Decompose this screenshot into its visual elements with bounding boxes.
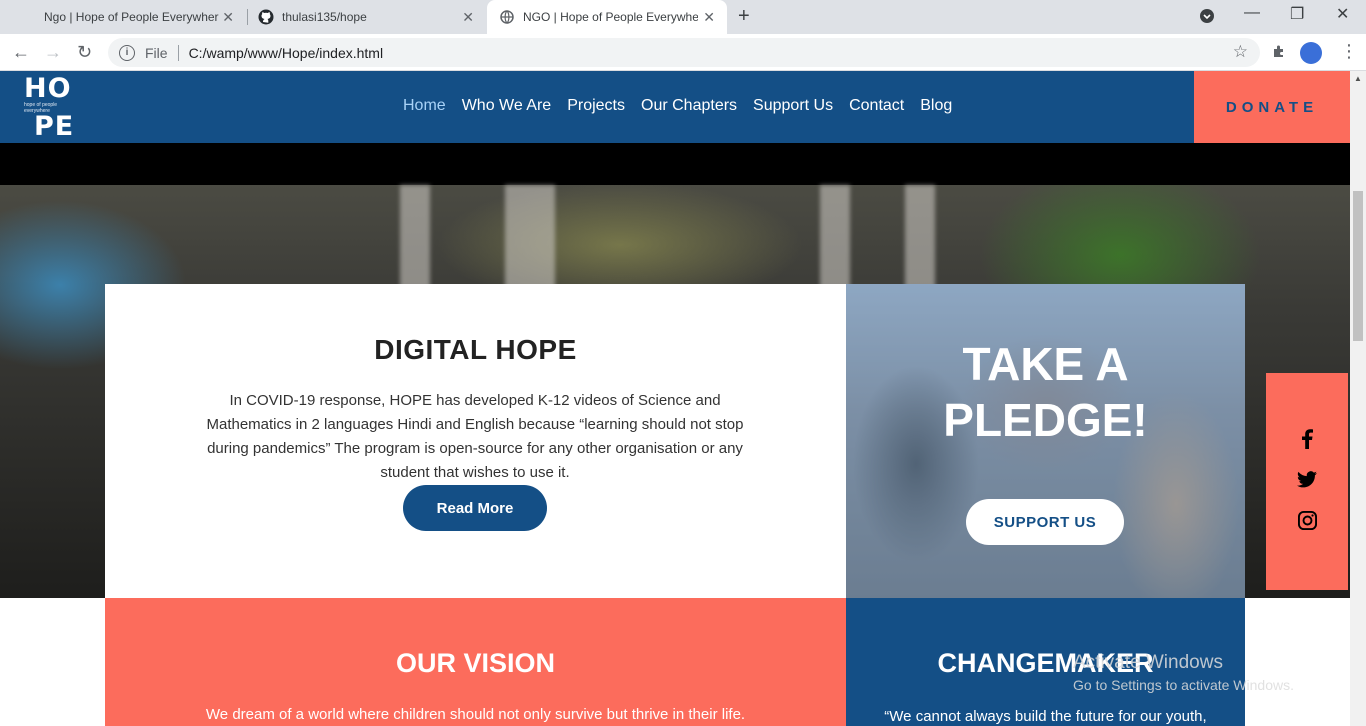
tab-title: thulasi135/hope — [282, 10, 367, 24]
main-nav: Home Who We Are Projects Our Chapters Su… — [403, 97, 952, 115]
address-bar[interactable]: i File C:/wamp/www/Hope/index.html ☆ — [108, 38, 1260, 67]
close-window-icon[interactable]: ✕ — [1336, 4, 1349, 24]
twitter-icon[interactable] — [1297, 469, 1317, 489]
forward-icon[interactable]: → — [44, 42, 62, 63]
changemaker-text: “We cannot always build the future for o… — [884, 708, 1207, 725]
tab-title: NGO | Hope of People Everywhere — [523, 10, 698, 24]
scroll-up-icon[interactable]: ▲ — [1354, 74, 1362, 83]
globe-icon — [499, 9, 515, 25]
back-icon[interactable]: ← — [12, 42, 30, 63]
extensions-icon[interactable] — [1271, 43, 1287, 63]
facebook-icon[interactable] — [1297, 429, 1317, 449]
github-icon — [258, 9, 274, 25]
hope-logo[interactable]: HO hope of people everywhere PE — [24, 73, 80, 142]
scheme-label: File — [145, 44, 168, 61]
pledge-title-line2: PLEDGE! — [943, 394, 1148, 446]
watermark-line2: Go to Settings to activate Windows. — [1073, 677, 1294, 693]
digital-hope-text: In COVID-19 response, HOPE has developed… — [206, 392, 744, 481]
menu-kebab-icon[interactable]: ⋮ — [1340, 41, 1358, 62]
support-us-button[interactable]: SUPPORT US — [966, 499, 1124, 545]
scrollbar-thumb[interactable] — [1353, 191, 1363, 341]
read-more-button[interactable]: Read More — [403, 485, 547, 531]
tab-title: Ngo | Hope of People Everywhere — [44, 10, 219, 24]
windows-activation-watermark: Activate Windows Go to Settings to activ… — [1073, 652, 1294, 696]
info-icon[interactable]: i — [119, 44, 135, 61]
nav-projects[interactable]: Projects — [567, 97, 625, 115]
browser-tab-2[interactable]: thulasi135/hope ✕ — [248, 0, 486, 34]
nav-who-we-are[interactable]: Who We Are — [462, 97, 552, 115]
tab-search-icon[interactable] — [1199, 8, 1215, 29]
social-sidebar — [1266, 373, 1348, 590]
profile-avatar[interactable] — [1300, 42, 1322, 64]
nav-our-chapters[interactable]: Our Chapters — [641, 97, 737, 115]
nav-contact[interactable]: Contact — [849, 97, 904, 115]
url-text[interactable]: C:/wamp/www/Hope/index.html — [189, 45, 384, 61]
logo-text-line1: HO — [24, 73, 72, 104]
vision-title: OUR VISION — [395, 648, 556, 678]
browser-tab-1[interactable]: Ngo | Hope of People Everywhere ✕ — [0, 0, 246, 34]
digital-hope-title: DIGITAL HOPE — [374, 334, 577, 365]
webpage: HO hope of people everywhere PE Home Who… — [0, 71, 1350, 726]
instagram-icon[interactable] — [1297, 510, 1317, 530]
browser-toolbar: ← → ↻ i File C:/wamp/www/Hope/index.html… — [0, 34, 1366, 71]
pledge-title: TAKE A PLEDGE! — [846, 336, 1245, 448]
watermark-line1: Activate Windows — [1073, 652, 1223, 673]
omnibox-divider — [177, 44, 179, 61]
donate-button[interactable]: DONATE — [1194, 71, 1350, 143]
browser-tab-strip: Ngo | Hope of People Everywhere ✕ thulas… — [0, 0, 1366, 34]
bookmark-star-icon[interactable]: ☆ — [1233, 42, 1248, 62]
nav-support-us[interactable]: Support Us — [753, 97, 833, 115]
browser-tab-3-active[interactable]: NGO | Hope of People Everywhere ✕ — [487, 0, 727, 34]
our-vision-card: OUR VISION We dream of a world where chi… — [105, 598, 846, 726]
pledge-title-line1: TAKE A — [962, 338, 1129, 390]
close-icon[interactable]: ✕ — [222, 9, 234, 26]
new-tab-icon[interactable]: + — [738, 5, 750, 28]
restore-icon[interactable]: ❐ — [1290, 4, 1304, 24]
close-icon[interactable]: ✕ — [462, 9, 474, 26]
site-header: HO hope of people everywhere PE Home Who… — [0, 71, 1350, 143]
vision-text: We dream of a world where children shoul… — [205, 706, 746, 723]
minimize-icon[interactable]: — — [1244, 4, 1260, 22]
nav-blog[interactable]: Blog — [920, 97, 952, 115]
pledge-card: TAKE A PLEDGE! SUPPORT US — [846, 284, 1245, 598]
close-icon[interactable]: ✕ — [703, 9, 715, 26]
reload-icon[interactable]: ↻ — [77, 42, 92, 63]
nav-home[interactable]: Home — [403, 97, 446, 115]
digital-hope-card: DIGITAL HOPE In COVID-19 response, HOPE … — [105, 284, 846, 598]
hero-section: DIGITAL HOPE In COVID-19 response, HOPE … — [0, 143, 1350, 598]
page-scrollbar[interactable]: ▲ — [1350, 71, 1366, 726]
logo-text-line2: PE — [34, 111, 75, 142]
